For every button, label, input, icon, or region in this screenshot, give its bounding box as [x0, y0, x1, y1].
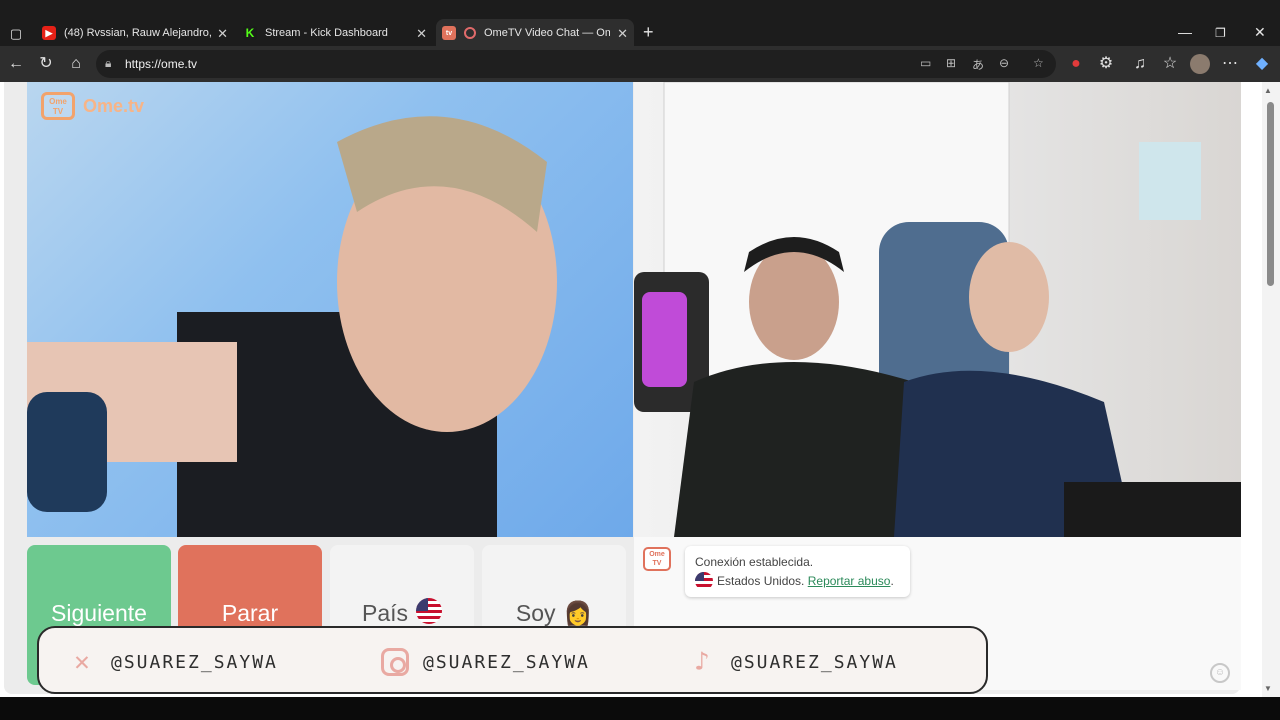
restore-icon[interactable]: ❐ [1215, 26, 1226, 40]
lock-icon[interactable]: 🔒︎ [105, 56, 111, 71]
address-field[interactable]: 🔒︎ https://ome.tv ▭ ⊞ あ ⊖ ☆ [96, 50, 1056, 78]
us-flag-icon [695, 571, 713, 590]
scrollbar-thumb[interactable] [1267, 102, 1274, 286]
social-tiktok: ♪ @SUAREZ_SAYWA [689, 647, 898, 677]
tab-label: OmeTV Video Chat — Omeg [484, 27, 610, 39]
reload-icon[interactable]: ↻ [36, 54, 56, 74]
system-message: Conexión establecida. Estados Unidos. Re… [685, 546, 910, 597]
emoji-picker-icon[interactable]: ☺ [1210, 663, 1230, 683]
close-tab-icon[interactable]: ✕ [416, 26, 427, 42]
us-flag-icon [416, 598, 443, 624]
ometv-logo-text: Ome.tv [83, 95, 145, 116]
ometv-logo-icon: Ome TV [41, 92, 75, 120]
music-icon[interactable]: ♫ [1130, 54, 1150, 74]
more-menu-icon[interactable]: ⋯ [1220, 54, 1240, 74]
x-handle: @SUAREZ_SAYWA [111, 651, 278, 673]
close-tab-icon[interactable]: ✕ [217, 26, 228, 42]
person-face [749, 244, 839, 360]
home-icon[interactable]: ⌂ [66, 54, 86, 74]
remote-video [634, 82, 1241, 537]
camera-icon[interactable]: ▭ [920, 56, 931, 70]
social-handles-overlay: ✕ @SUAREZ_SAYWA @SUAREZ_SAYWA ♪ @SUAREZ_… [37, 626, 988, 694]
url-text: https://ome.tv [125, 57, 198, 71]
partner-country-text: Estados Unidos. [717, 574, 805, 588]
report-abuse-link[interactable]: Reportar abuso [808, 574, 891, 588]
scroll-up-icon[interactable]: ▲ [1264, 86, 1272, 95]
ometv-logo[interactable]: Ome TV Ome.tv [41, 92, 144, 120]
tiktok-icon: ♪ [694, 647, 712, 677]
person-face [969, 242, 1049, 352]
back-icon[interactable]: ← [6, 54, 26, 74]
close-tab-icon[interactable]: ✕ [617, 26, 628, 42]
bottom-bar [0, 697, 1280, 720]
recording-icon [464, 27, 476, 39]
speaker-light [642, 292, 687, 387]
chat-ometv-icon: Ome TV [643, 547, 671, 571]
new-tab-icon[interactable]: + [643, 22, 654, 43]
scroll-down-icon[interactable]: ▼ [1264, 684, 1272, 693]
connection-status-text: Conexión establecida. [695, 555, 814, 569]
ometv-icon: tv [442, 26, 456, 40]
apps-icon[interactable]: ⊞ [946, 56, 956, 70]
tab-label: (48) Rvssian, Rauw Alejandro, Ayr [64, 27, 214, 39]
favorite-star-icon[interactable]: ☆ [1033, 56, 1044, 70]
period-text: . [890, 574, 894, 588]
local-video [27, 82, 633, 537]
extension-shield-icon[interactable]: ● [1066, 54, 1086, 74]
browser-toolbar: ← ↻ ⌂ 🔒︎ https://ome.tv ▭ ⊞ あ ⊖ ☆ ● ⚙ ♫ … [0, 46, 1280, 82]
kick-icon: K [243, 26, 257, 40]
camera-lens [27, 392, 107, 512]
copilot-icon[interactable]: ◆ [1252, 54, 1272, 74]
partner-country-line: Estados Unidos. Reportar abuso. [695, 571, 900, 591]
tiktok-handle: @SUAREZ_SAYWA [731, 651, 898, 673]
tab-actions-icon[interactable]: ▢ [6, 24, 26, 44]
translate-icon[interactable]: あ [972, 56, 984, 73]
keyboard [1064, 482, 1241, 537]
tab-kick[interactable]: K Stream - Kick Dashboard ✕ [237, 19, 433, 47]
remote-video-scene [634, 82, 1241, 537]
reader-icon[interactable]: ⊖ [999, 56, 1009, 70]
favorites-icon[interactable]: ☆ [1160, 54, 1180, 74]
hoodie [674, 362, 934, 537]
instagram-handle: @SUAREZ_SAYWA [423, 651, 590, 673]
x-icon: ✕ [74, 647, 92, 677]
extensions-icon[interactable]: ⚙ [1096, 54, 1116, 74]
avatar[interactable] [1190, 54, 1210, 74]
local-video-scene [27, 116, 557, 537]
social-instagram: @SUAREZ_SAYWA [381, 648, 590, 676]
browser-tab-bar: ▢ ▶ (48) Rvssian, Rauw Alejandro, Ayr ✕ … [0, 0, 1280, 47]
tab-youtube[interactable]: ▶ (48) Rvssian, Rauw Alejandro, Ayr ✕ [36, 19, 234, 47]
social-x: ✕ @SUAREZ_SAYWA [69, 647, 278, 677]
tab-ometv[interactable]: tv OmeTV Video Chat — Omeg ✕ [436, 19, 634, 47]
wall-picture [1139, 142, 1201, 220]
tab-label: Stream - Kick Dashboard [265, 27, 388, 39]
instagram-icon [381, 648, 409, 676]
close-window-icon[interactable]: ✕ [1254, 24, 1266, 41]
minimize-icon[interactable]: — [1178, 24, 1192, 40]
youtube-icon: ▶ [42, 26, 56, 40]
